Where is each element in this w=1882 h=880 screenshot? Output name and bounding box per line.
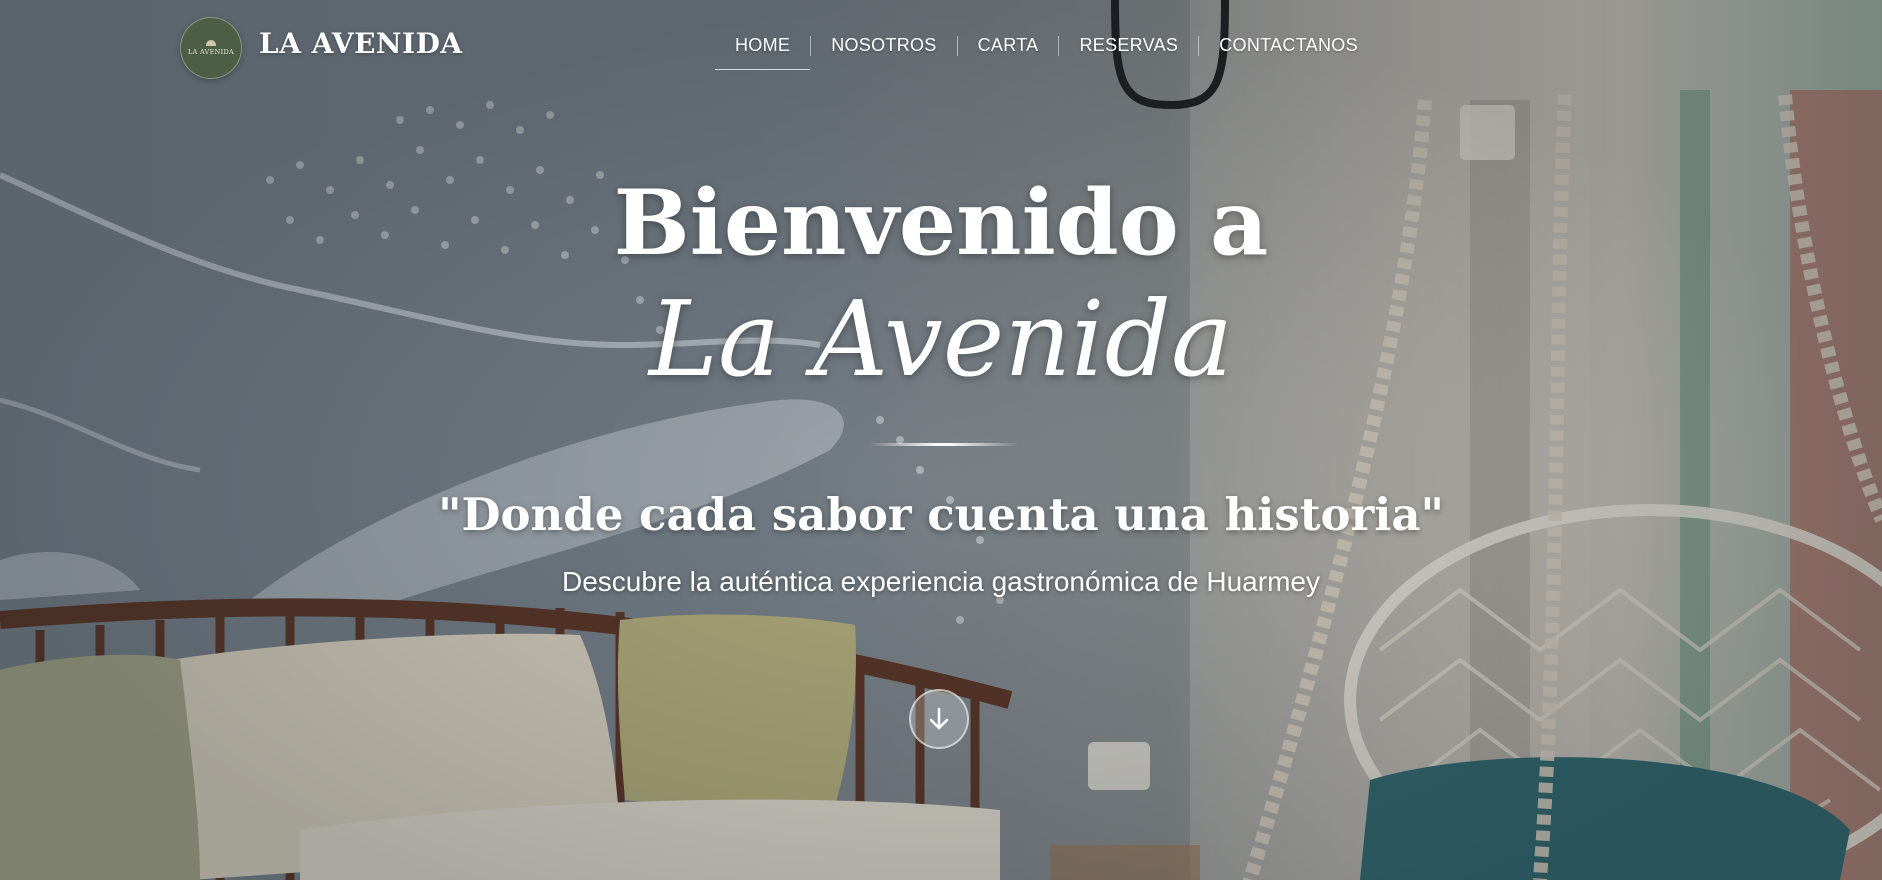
logo-emblem-icon bbox=[206, 40, 216, 46]
nav-item-reservas[interactable]: RESERVAS bbox=[1059, 33, 1198, 70]
arrow-down-icon bbox=[929, 707, 949, 730]
hero-subtitle: Descubre la auténtica experiencia gastro… bbox=[562, 566, 1320, 597]
nav-item-nosotros[interactable]: NOSOTROS bbox=[811, 33, 956, 70]
hero-divider bbox=[868, 443, 1018, 446]
logo-text: LA AVENIDA bbox=[187, 48, 235, 56]
top-navigation: LA AVENIDA LA AVENIDA HOME NOSOTROS CART… bbox=[0, 0, 1882, 95]
brand-name[interactable]: LA AVENIDA bbox=[259, 27, 463, 60]
nav-item-carta[interactable]: CARTA bbox=[958, 33, 1059, 70]
nav-item-contactanos[interactable]: CONTACTANOS bbox=[1199, 33, 1378, 70]
nav-item-home[interactable]: HOME bbox=[715, 33, 811, 70]
scroll-down-button[interactable] bbox=[909, 689, 969, 749]
main-menu: HOME NOSOTROS CARTA RESERVAS CONTACTANOS bbox=[715, 33, 1378, 70]
hero-tagline: "Donde cada sabor cuenta una historia" bbox=[438, 488, 1444, 541]
hero-title-script: La Avenida bbox=[648, 278, 1234, 400]
logo[interactable]: LA AVENIDA bbox=[180, 17, 242, 79]
hero-title: Bienvenido a bbox=[613, 170, 1269, 276]
